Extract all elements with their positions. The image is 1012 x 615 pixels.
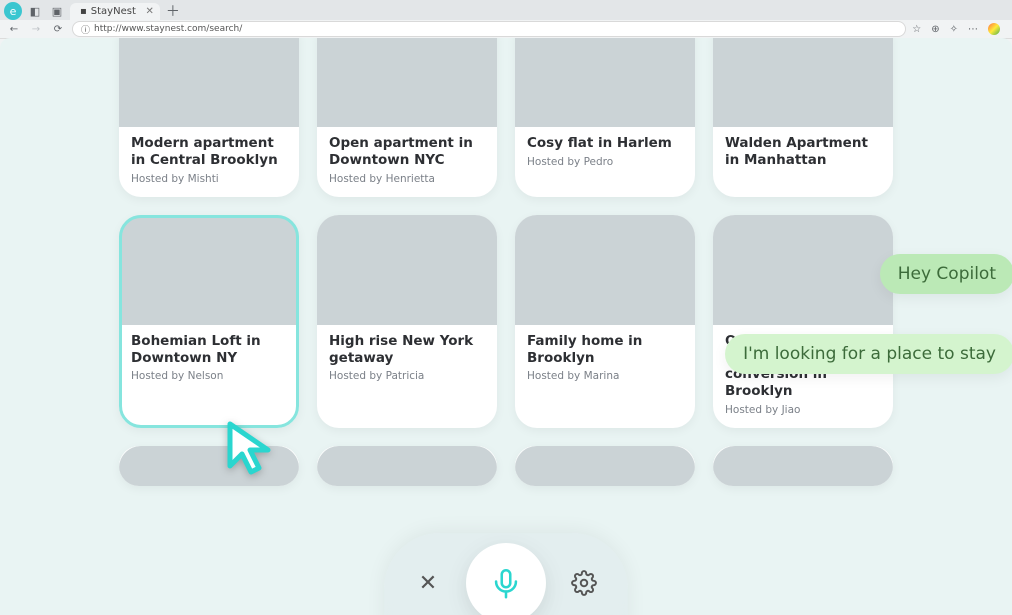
listing-card[interactable]: Family home in Brooklyn Hosted by Marina: [515, 215, 695, 429]
listing-thumb: [515, 38, 695, 127]
listing-card[interactable]: [317, 446, 497, 486]
more-icon[interactable]: ⋯: [968, 24, 978, 35]
listing-host: Hosted by Patricia: [329, 370, 485, 382]
dock-close-button[interactable]: ✕: [400, 555, 456, 611]
tab-strip: e ◧ ▣ ▪ StayNest ✕ ＋: [0, 0, 1012, 20]
listing-host: Hosted by Mishti: [131, 173, 287, 185]
listing-thumb: [317, 38, 497, 127]
workspaces-icon[interactable]: ◧: [26, 2, 44, 20]
refresh-button[interactable]: ⟳: [50, 21, 66, 37]
listing-card[interactable]: Open apartment in Downtown NYC Hosted by…: [317, 38, 497, 197]
tab-actions-icon[interactable]: ▣: [48, 2, 66, 20]
copilot-bubble-query: I'm looking for a place to stay: [725, 334, 1012, 374]
listing-title: Bohemian Loft in Downtown NY: [131, 333, 287, 367]
listing-thumb: [713, 38, 893, 127]
forward-button[interactable]: →: [28, 21, 44, 37]
listing-card[interactable]: Cosy flat in Harlem Hosted by Pedro: [515, 38, 695, 197]
site-info-icon[interactable]: ⓘ: [81, 23, 90, 36]
dock-settings-button[interactable]: [556, 555, 612, 611]
page-viewport: East Side Hosted by Sergio Lower East Si…: [0, 38, 1012, 615]
listing-thumb: [515, 215, 695, 325]
copilot-bubble-greeting: Hey Copilot: [880, 254, 1012, 294]
copilot-dock: ✕: [384, 533, 628, 615]
extensions-icon[interactable]: ⊕: [931, 24, 939, 35]
listing-title: Open apartment in Downtown NYC: [329, 135, 485, 169]
listing-thumb: [713, 446, 893, 486]
url-input[interactable]: ⓘ http://www.staynest.com/search/: [72, 21, 906, 37]
listing-card[interactable]: Walden Apartment in Manhattan: [713, 38, 893, 197]
listing-card[interactable]: [515, 446, 695, 486]
favorite-icon[interactable]: ☆: [912, 24, 921, 35]
listing-thumb: [515, 446, 695, 486]
dock-mic-button[interactable]: [466, 543, 546, 615]
listing-title: Walden Apartment in Manhattan: [725, 135, 881, 169]
address-bar: ← → ⟳ ⓘ http://www.staynest.com/search/ …: [0, 20, 1012, 38]
new-tab-button[interactable]: ＋: [164, 2, 182, 20]
listing-thumb: [119, 446, 299, 486]
listing-host: Hosted by Jiao: [725, 404, 881, 416]
listing-thumb: [119, 215, 299, 325]
listing-card[interactable]: [119, 446, 299, 486]
edge-icon[interactable]: e: [4, 2, 22, 20]
listing-thumb: [317, 215, 497, 325]
listing-card[interactable]: Modern apartment in Central Brooklyn Hos…: [119, 38, 299, 197]
browser-chrome: e ◧ ▣ ▪ StayNest ✕ ＋ ← → ⟳ ⓘ http://www.…: [0, 0, 1012, 39]
url-text: http://www.staynest.com/search/: [94, 24, 242, 34]
listing-grid: East Side Hosted by Sergio Lower East Si…: [0, 38, 1012, 615]
collections-icon[interactable]: ✧: [950, 24, 958, 35]
tab-close-icon[interactable]: ✕: [145, 6, 153, 17]
listing-card[interactable]: High rise New York getaway Hosted by Pat…: [317, 215, 497, 429]
listing-card[interactable]: [713, 446, 893, 486]
back-button[interactable]: ←: [6, 21, 22, 37]
listing-host: Hosted by Henrietta: [329, 173, 485, 185]
listing-thumb: [713, 215, 893, 325]
listing-thumb: [317, 446, 497, 486]
listing-card[interactable]: Open plan warehouse conversion in Brookl…: [713, 215, 893, 429]
listing-title: High rise New York getaway: [329, 333, 485, 367]
profile-avatar[interactable]: [988, 23, 1000, 35]
listing-host: Hosted by Nelson: [131, 370, 287, 382]
listing-title: Modern apartment in Central Brooklyn: [131, 135, 287, 169]
listing-card-selected[interactable]: Bohemian Loft in Downtown NY Hosted by N…: [119, 215, 299, 429]
tab-title: StayNest: [91, 6, 136, 17]
listing-host: Hosted by Marina: [527, 370, 683, 382]
listing-title: Cosy flat in Harlem: [527, 135, 683, 152]
listing-title: Family home in Brooklyn: [527, 333, 683, 367]
tab-favicon: ▪: [80, 6, 87, 17]
listing-thumb: [119, 38, 299, 127]
listing-host: Hosted by Pedro: [527, 156, 683, 168]
browser-tab[interactable]: ▪ StayNest ✕: [70, 3, 160, 20]
